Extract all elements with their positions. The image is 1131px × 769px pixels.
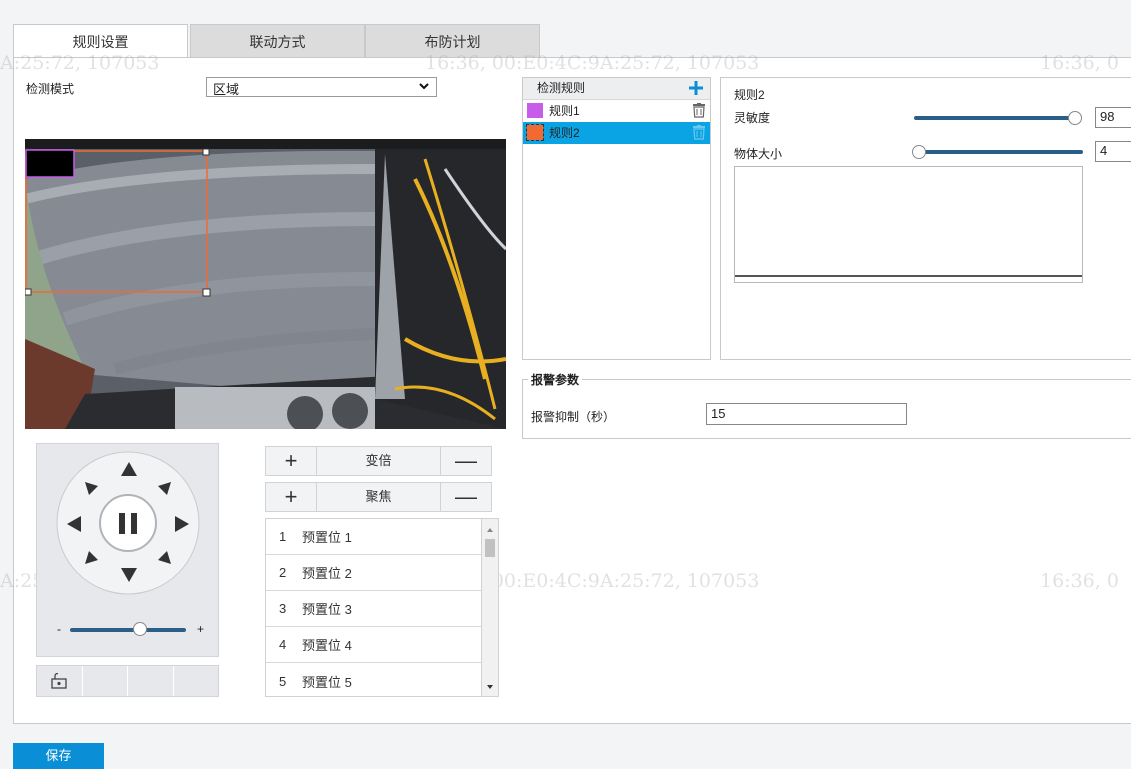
- preset-name: 预置位 4: [302, 638, 352, 653]
- rule-item-label: 规则1: [549, 104, 580, 118]
- preset-number: 5: [279, 673, 287, 689]
- ptz-control-panel: - +: [36, 443, 219, 657]
- video-preview[interactable]: [25, 139, 506, 429]
- preset-number: 3: [279, 601, 287, 616]
- preset-name: 预置位 2: [302, 566, 352, 581]
- sensitivity-label: 灵敏度: [734, 111, 771, 125]
- detection-mode-value: 区域: [213, 82, 240, 97]
- arrow-down-right-icon[interactable]: [158, 551, 171, 567]
- preset-scrollbar[interactable]: [482, 518, 499, 697]
- preset-name: 预置位 5: [302, 674, 352, 690]
- focus-in-button[interactable]: +: [266, 483, 316, 511]
- arrow-left-icon[interactable]: [67, 516, 81, 535]
- alarm-suppress-input[interactable]: 15: [706, 403, 907, 425]
- watermark: 16:36, 00:E0:4C:9A:25:72, 107053: [425, 52, 760, 74]
- save-button[interactable]: 保存: [13, 743, 104, 769]
- arrow-down-icon[interactable]: [121, 568, 137, 585]
- object-size-preview: [734, 166, 1083, 283]
- rule-item-label: 规则2: [549, 126, 580, 140]
- focus-label: 聚焦: [316, 483, 441, 511]
- detection-mode-label: 检测模式: [26, 82, 75, 96]
- focus-out-button[interactable]: —: [441, 483, 491, 511]
- arrow-down-left-icon[interactable]: [85, 551, 98, 567]
- list-item[interactable]: 3 预置位 3: [266, 591, 481, 627]
- lock-button[interactable]: [37, 666, 83, 696]
- rule-color-swatch: [526, 124, 544, 141]
- zoom-in-button[interactable]: +: [266, 447, 316, 475]
- rule-list-title: 检测规则: [537, 81, 586, 95]
- preset-list: 1 预置位 1 2 预置位 2 3 预置位 3 4 预置位 4 5 预置位 5: [265, 518, 482, 697]
- focus-control: + 聚焦 —: [265, 482, 492, 512]
- watermark: 16:36, 0: [1040, 52, 1119, 74]
- chevron-down-icon: [418, 79, 430, 96]
- object-size-slider[interactable]: [914, 150, 1083, 154]
- alarm-params-legend: 报警参数: [528, 371, 583, 388]
- toolbar-slot[interactable]: [83, 666, 128, 696]
- tab-linkage[interactable]: 联动方式: [190, 24, 365, 58]
- speed-plus-label: +: [197, 622, 205, 636]
- alarm-suppress-label: 报警抑制（秒）: [531, 410, 616, 424]
- ptz-toolbar: [36, 665, 219, 697]
- watermark: 16:36, 0: [1040, 570, 1119, 592]
- list-item[interactable]: 5 预置位 5: [266, 663, 481, 699]
- zoom-out-button[interactable]: —: [441, 447, 491, 475]
- rule-list: 检测规则 规则1 规则2: [522, 77, 711, 360]
- arrow-right-icon[interactable]: [175, 516, 189, 535]
- rule-color-swatch: [527, 103, 543, 118]
- sensitivity-slider[interactable]: [914, 116, 1078, 120]
- speed-minus-label: -: [57, 622, 61, 636]
- toolbar-slot[interactable]: [174, 666, 219, 696]
- toolbar-slot[interactable]: [128, 666, 174, 696]
- zoom-control: + 变倍 —: [265, 446, 492, 476]
- pause-button[interactable]: [117, 502, 139, 542]
- zoom-label: 变倍: [316, 447, 441, 475]
- object-size-value[interactable]: 4: [1095, 141, 1131, 162]
- rule-list-header: 检测规则: [523, 78, 710, 100]
- preset-name: 预置位 1: [302, 530, 352, 545]
- ptz-speed-slider[interactable]: [70, 628, 186, 632]
- rule-item-1[interactable]: 规则1: [523, 100, 710, 122]
- list-item[interactable]: 4 预置位 4: [266, 627, 481, 663]
- preset-number: 1: [279, 529, 287, 544]
- list-item[interactable]: 2 预置位 2: [266, 555, 481, 591]
- slider-knob[interactable]: [1067, 111, 1082, 125]
- rule-detail-title: 规则2: [734, 88, 765, 102]
- arrow-up-icon[interactable]: [121, 462, 137, 479]
- rule-detail-panel: 规则2 灵敏度 98 物体大小 4: [720, 77, 1131, 360]
- rule-item-2[interactable]: 规则2: [523, 122, 710, 144]
- slider-knob[interactable]: [912, 145, 927, 159]
- preset-number: 2: [279, 565, 287, 580]
- watermark: A:25:72, 107053: [0, 52, 160, 74]
- object-size-label: 物体大小: [734, 147, 783, 161]
- arrow-up-right-icon[interactable]: [158, 482, 171, 498]
- sensitivity-value[interactable]: 98: [1095, 107, 1131, 128]
- preset-number: 4: [279, 637, 287, 652]
- trash-icon[interactable]: [692, 125, 706, 147]
- slider-knob[interactable]: [132, 622, 147, 636]
- preview-line: [735, 275, 1082, 277]
- preset-name: 预置位 3: [302, 602, 352, 617]
- detection-mode-select[interactable]: 区域: [206, 77, 437, 97]
- arrow-up-left-icon[interactable]: [85, 482, 98, 498]
- list-item[interactable]: 1 预置位 1: [266, 519, 481, 555]
